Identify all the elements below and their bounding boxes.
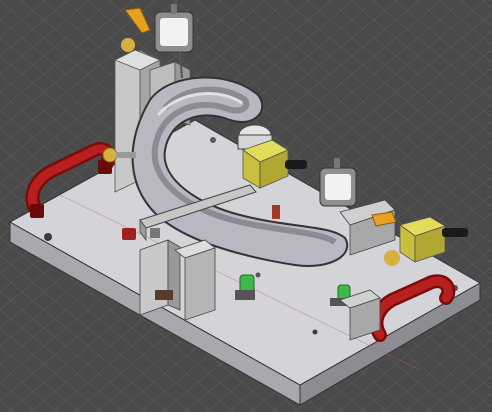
dial-face xyxy=(160,18,188,46)
grid-line xyxy=(403,339,492,412)
support-base-block xyxy=(155,290,173,300)
cad-scene[interactable] xyxy=(0,0,492,412)
dial-stem xyxy=(171,4,177,14)
screw-shaft xyxy=(116,152,136,158)
clamp-red-stop xyxy=(122,228,136,240)
mounting-hole xyxy=(210,137,216,143)
grid-line xyxy=(425,357,492,412)
grid-line xyxy=(459,0,492,27)
grid-line xyxy=(0,0,25,21)
cad-viewport[interactable] xyxy=(0,0,492,412)
fitting-base xyxy=(235,290,255,300)
mounting-hole xyxy=(44,233,52,241)
support-face xyxy=(139,239,169,316)
grid-line xyxy=(0,0,3,3)
thumb-screw-icon xyxy=(102,147,118,163)
clamp-pivot xyxy=(150,228,160,238)
knob-icon[interactable] xyxy=(442,228,468,237)
grid-line xyxy=(381,320,492,412)
right-dial-indicator[interactable] xyxy=(319,158,357,207)
thumb-screw-icon[interactable] xyxy=(121,38,135,52)
knob-icon[interactable] xyxy=(285,160,307,169)
stop-pin xyxy=(272,205,280,219)
front-support-block[interactable] xyxy=(139,239,216,321)
dial-stem xyxy=(334,158,340,168)
thumb-screw-icon[interactable] xyxy=(384,250,400,266)
dial-face xyxy=(325,174,351,200)
support-side xyxy=(184,247,216,321)
grid-line xyxy=(415,0,492,64)
clamp-lever-icon[interactable] xyxy=(124,7,151,34)
handle-foot xyxy=(30,204,44,218)
mounting-hole xyxy=(312,329,318,335)
mounting-hole xyxy=(255,272,261,278)
grid-line xyxy=(481,0,492,9)
